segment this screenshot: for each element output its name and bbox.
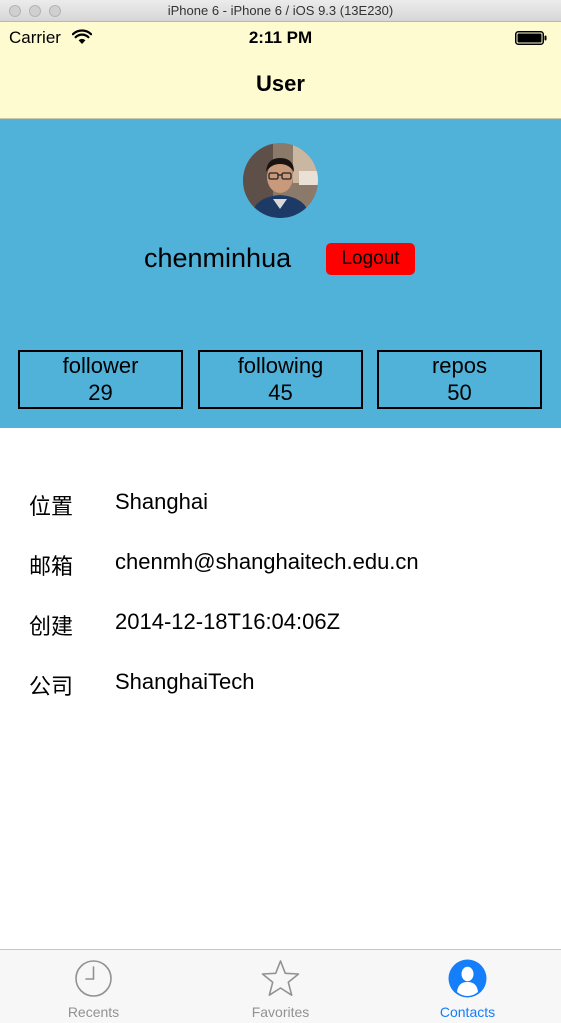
- battery-icon: [515, 31, 547, 45]
- navigation-bar: Carrier 2:11 PM User: [0, 22, 561, 119]
- tab-favorites[interactable]: Favorites: [187, 950, 374, 1023]
- tab-label: Recents: [67, 1004, 120, 1020]
- tab-recents[interactable]: Recents: [0, 950, 187, 1023]
- info-label: 邮箱: [29, 555, 74, 580]
- profile-header: chenminhua Logout follower 29 following …: [0, 119, 561, 428]
- window-title: iPhone 6 - iPhone 6 / iOS 9.3 (13E230): [167, 3, 394, 18]
- company-value: ShanghaiTech: [115, 669, 255, 694]
- simulator-window: iPhone 6 - iPhone 6 / iOS 9.3 (13E230) C…: [0, 0, 561, 1023]
- tab-label: Favorites: [251, 1004, 310, 1020]
- status-bar: Carrier 2:11 PM: [0, 22, 561, 56]
- stat-label: follower: [62, 353, 139, 378]
- contacts-icon: [448, 959, 487, 998]
- stat-label: following: [237, 353, 324, 378]
- info-label: 位置: [29, 495, 74, 520]
- tab-label: Contacts: [439, 1004, 496, 1020]
- stat-label: repos: [431, 353, 488, 378]
- email-value: chenmh@shanghaitech.edu.cn: [115, 549, 419, 574]
- location-value: Shanghai: [115, 489, 208, 514]
- created-value: 2014-12-18T16:04:06Z: [115, 609, 341, 634]
- stat-value: 50: [447, 380, 472, 405]
- logout-button[interactable]: Logout: [326, 243, 415, 275]
- stat-value: 29: [88, 380, 113, 405]
- tab-contacts[interactable]: Contacts: [374, 950, 561, 1023]
- info-label: 公司: [29, 675, 74, 700]
- status-time: 2:11 PM: [248, 28, 313, 47]
- simulator-titlebar: iPhone 6 - iPhone 6 / iOS 9.3 (13E230): [0, 0, 561, 22]
- follower-stat[interactable]: follower 29: [18, 350, 183, 409]
- stat-value: 45: [268, 380, 293, 405]
- following-stat[interactable]: following 45: [198, 350, 363, 409]
- clock-icon: [75, 960, 112, 997]
- info-label: 创建: [29, 615, 74, 640]
- tab-bar: Recents Favorites Contacts: [0, 949, 561, 1023]
- username: chenminhua: [144, 243, 292, 273]
- page-title: User: [256, 71, 305, 96]
- repos-stat[interactable]: repos 50: [377, 350, 542, 409]
- avatar: [243, 143, 318, 218]
- star-icon: [261, 960, 300, 996]
